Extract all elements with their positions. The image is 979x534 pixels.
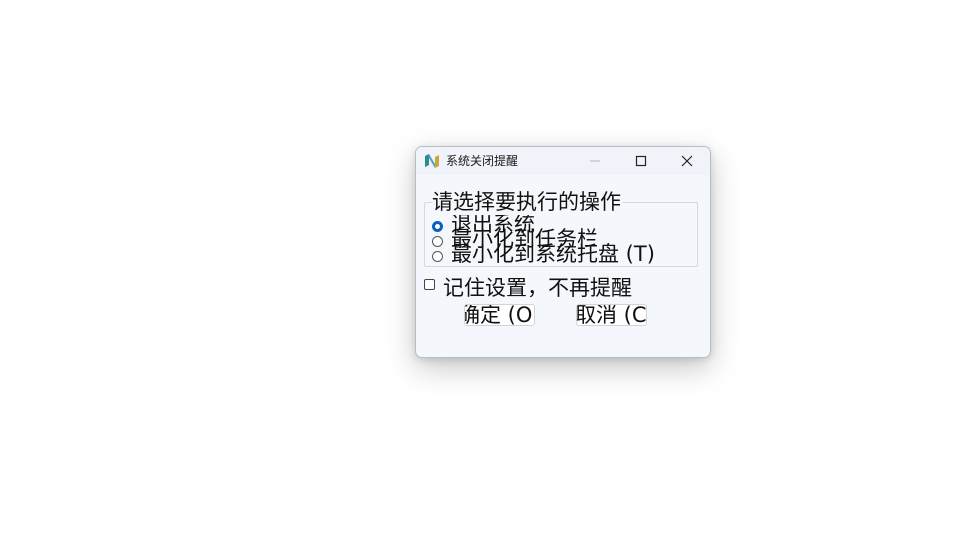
- remember-setting[interactable]: 记住设置，不再提醒: [424, 275, 684, 297]
- cancel-button-label: 取消 (C: [576, 304, 647, 326]
- radio-minimize-tray[interactable]: [432, 251, 443, 262]
- remember-label: 记住设置，不再提醒: [443, 276, 632, 297]
- option-minimize-tray-label: 最小化到系统托盘 (T): [451, 242, 655, 266]
- minimize-button[interactable]: [572, 147, 618, 175]
- title-bar[interactable]: 系统关闭提醒: [416, 147, 710, 175]
- desktop: 系统关闭提醒 退出系统 最小化到任务栏 最小化到系统托盘 (T) 请选择要执行的…: [0, 0, 979, 534]
- close-icon: [681, 155, 693, 167]
- ok-button-label: 确定 (O: [464, 304, 533, 326]
- ok-button[interactable]: 确定 (O: [464, 304, 535, 326]
- app-logo-icon: [425, 154, 439, 168]
- close-button[interactable]: [664, 147, 710, 175]
- radio-minimize-taskbar[interactable]: [432, 236, 443, 247]
- maximize-icon: [635, 155, 647, 167]
- cancel-button[interactable]: 取消 (C: [576, 304, 647, 326]
- remember-checkbox[interactable]: [424, 279, 435, 290]
- window-title: 系统关闭提醒: [446, 154, 519, 168]
- minimize-icon: [590, 160, 600, 162]
- radio-exit-system[interactable]: [432, 221, 443, 232]
- maximize-button[interactable]: [618, 147, 664, 175]
- dialog-window: 系统关闭提醒 退出系统 最小化到任务栏 最小化到系统托盘 (T) 请选择要执行的…: [415, 146, 711, 358]
- group-title: 请选择要执行的操作: [432, 189, 623, 215]
